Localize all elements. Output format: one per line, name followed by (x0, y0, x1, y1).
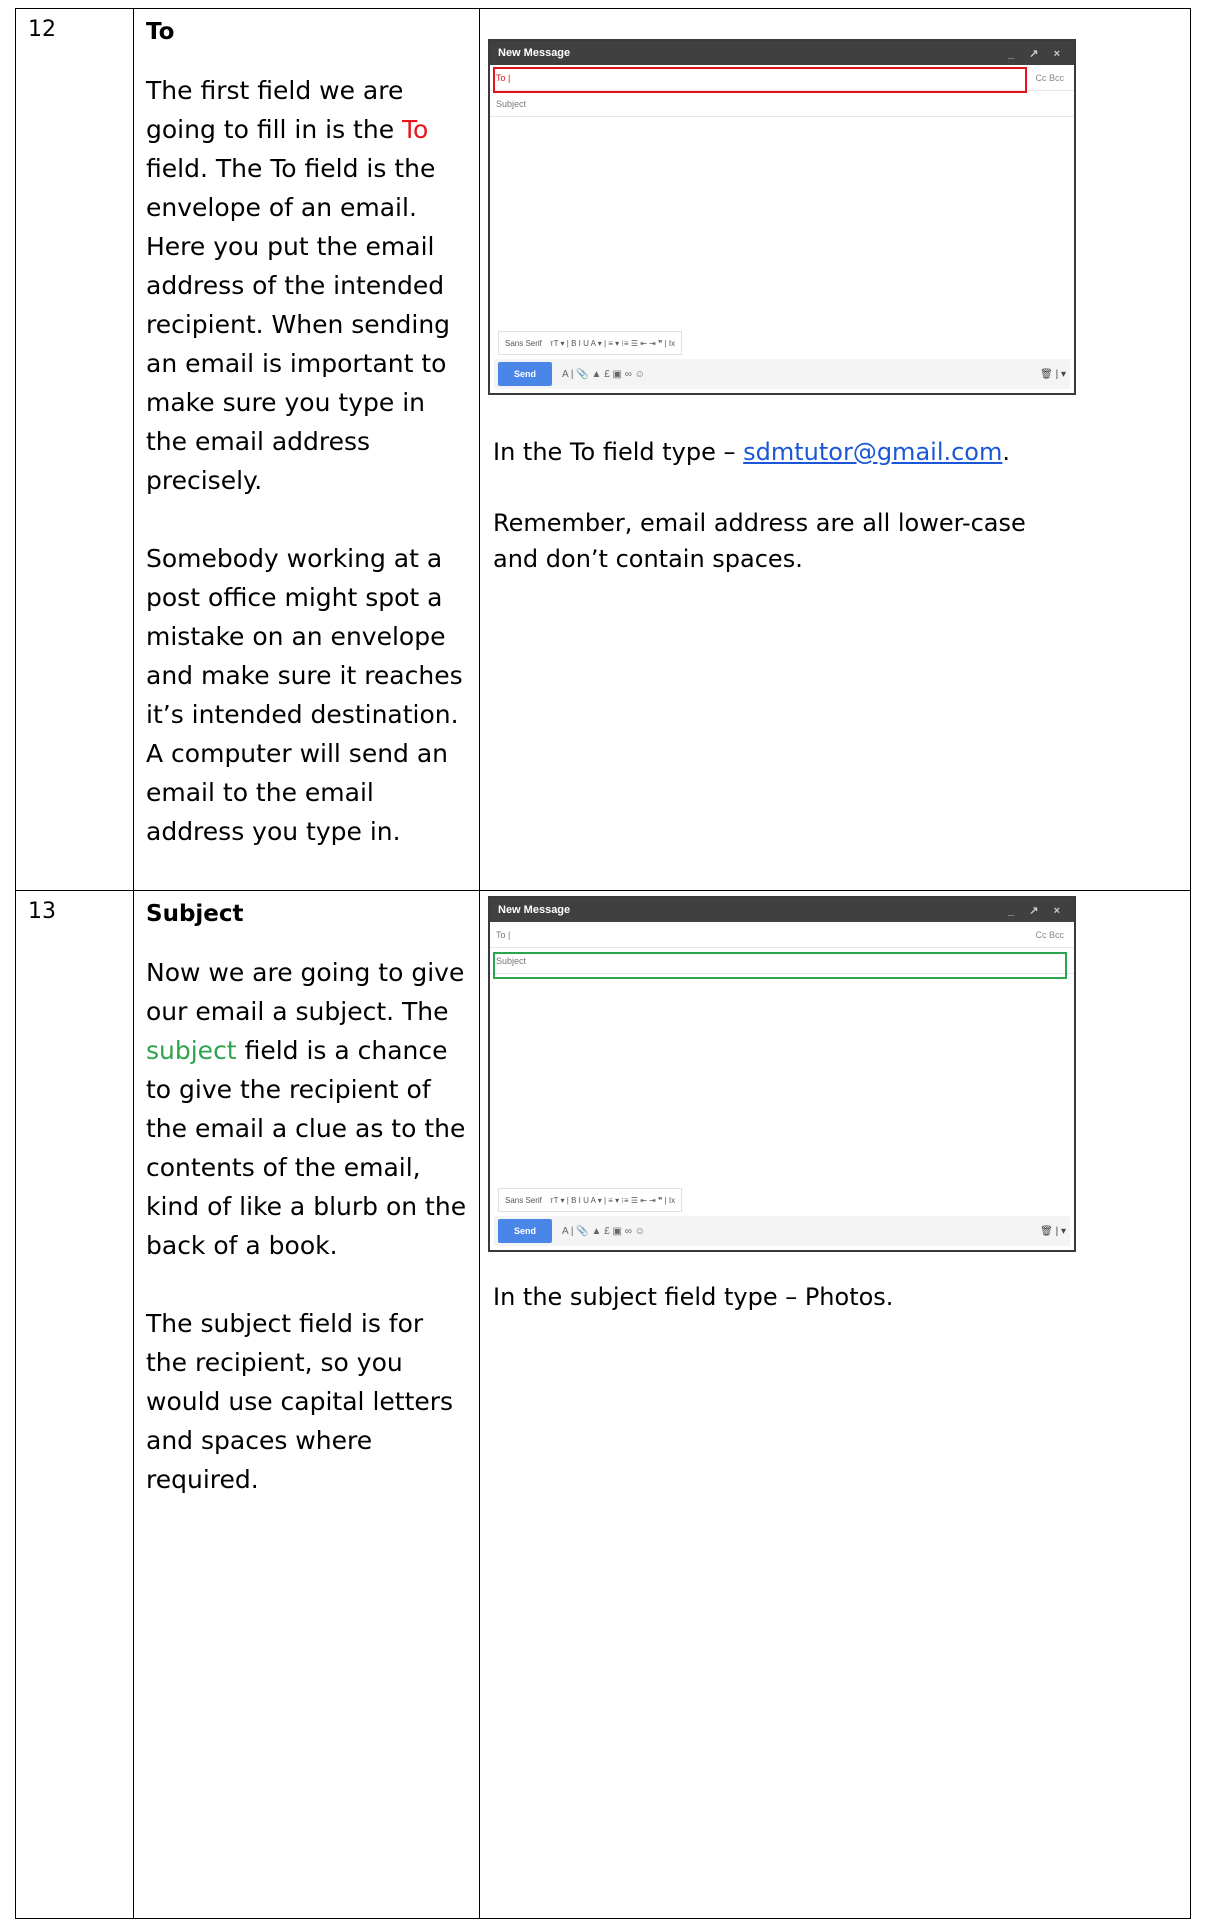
step-description: To The first field we are going to fill … (133, 8, 480, 891)
subject-field-highlight (493, 952, 1067, 979)
format-icons: ᴛT ▾ | B I U A ▾ | ≡ ▾ ⁝≡ ☰ ⇤ ⇥ ❞ | Ix (549, 1195, 676, 1205)
to-label: To | (496, 929, 511, 940)
to-row: To | Cc Bcc (490, 922, 1074, 948)
subject-placeholder: Subject (496, 98, 527, 109)
format-toolbar: Sans Serif ᴛT ▾ | B I U A ▾ | ≡ ▾ ⁝≡ ☰ ⇤… (498, 1188, 683, 1212)
format-toolbar: Sans Serif ᴛT ▾ | B I U A ▾ | ≡ ▾ ⁝≡ ☰ ⇤… (498, 331, 683, 355)
step-heading: To (146, 19, 175, 45)
attach-icons: A | 📎 ▲ £ ▣ ∞ ☺ (562, 368, 645, 380)
step-heading: Subject (146, 901, 244, 927)
description-paragraph: Now we are going to give our email a sub… (146, 958, 467, 1260)
step-number: 12 (15, 8, 134, 891)
compose-titlebar: New Message _ ↗ × (490, 41, 1074, 65)
instruction-text: In the subject field type – Photos. (493, 1283, 894, 1311)
instruction-text: In the To field type – sdmtutor@gmail.co… (493, 438, 1011, 466)
subject-row: Subject (490, 91, 1074, 117)
window-controls-icon: _ ↗ × (1008, 904, 1066, 917)
compose-window-screenshot: New Message _ ↗ × To | Cc Bcc Subject Sa… (488, 39, 1076, 395)
step-row-12: 12 To The first field we are going to fi… (15, 8, 1191, 891)
cc-bcc-links: Cc Bcc (1035, 72, 1064, 83)
trash-icon: 🗑 | ▾ (1040, 1225, 1066, 1237)
compose-titlebar: New Message _ ↗ × (490, 898, 1074, 922)
to-field-highlight (493, 67, 1027, 93)
step-number: 13 (15, 890, 134, 1919)
send-button: Send (498, 1219, 553, 1243)
instruction-note: Remember, email address are all lower-ca… (493, 509, 1026, 573)
subject-highlight: subject (146, 1036, 237, 1065)
description-paragraph-2: Somebody working at a post office might … (146, 544, 463, 846)
description-paragraph: The first field we are going to fill in … (146, 76, 451, 495)
font-name: Sans Serif (505, 1195, 542, 1205)
format-icons: ᴛT ▾ | B I U A ▾ | ≡ ▾ ⁝≡ ☰ ⇤ ⇥ ❞ | Ix (549, 338, 676, 348)
attach-icons: A | 📎 ▲ £ ▣ ∞ ☺ (562, 1225, 645, 1237)
compose-actions: Send A | 📎 ▲ £ ▣ ∞ ☺ 🗑 | ▾ (494, 1216, 1070, 1246)
window-controls-icon: _ ↗ × (1008, 47, 1066, 60)
compose-title: New Message (498, 904, 571, 916)
step-description: Subject Now we are going to give our ema… (133, 890, 480, 1919)
cc-bcc-links: Cc Bcc (1035, 929, 1064, 940)
step-row-13: 13 Subject Now we are going to give our … (15, 890, 1191, 1919)
step-illustration: New Message _ ↗ × To | Cc Bcc Subject Sa… (479, 8, 1191, 891)
to-highlight: To (402, 115, 429, 144)
email-link[interactable]: sdmtutor@gmail.com (743, 438, 1002, 466)
compose-window-screenshot: New Message _ ↗ × To | Cc Bcc Subject Sa… (488, 896, 1076, 1252)
trash-icon: 🗑 | ▾ (1040, 368, 1066, 380)
description-paragraph-2: The subject field is for the recipient, … (146, 1309, 454, 1494)
step-illustration: New Message _ ↗ × To | Cc Bcc Subject Sa… (479, 890, 1191, 1919)
compose-title: New Message (498, 47, 571, 59)
send-button: Send (498, 362, 553, 386)
compose-actions: Send A | 📎 ▲ £ ▣ ∞ ☺ 🗑 | ▾ (494, 359, 1070, 389)
font-name: Sans Serif (505, 338, 542, 348)
steps-table: 12 To The first field we are going to fi… (15, 8, 1191, 1919)
